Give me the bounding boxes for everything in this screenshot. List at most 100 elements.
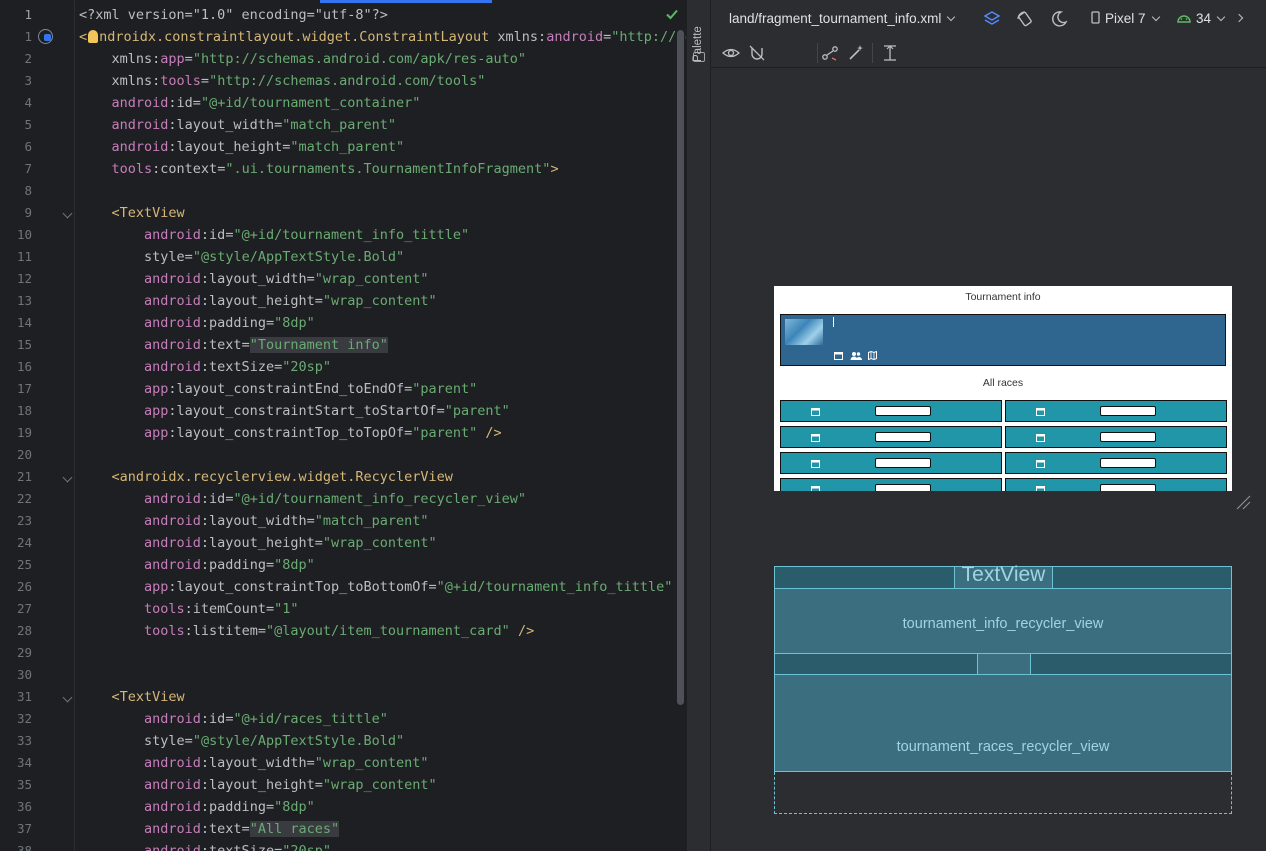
code-line[interactable]: 7 tools:context=".ui.tournaments.Tournam… xyxy=(0,158,686,180)
code-editor[interactable]: 1 <?xml version="1.0" encoding="utf-8"?> 1… xyxy=(0,0,686,851)
blueprint-textview[interactable]: TextView xyxy=(954,563,1053,589)
code-token: "match_parent" xyxy=(314,513,429,529)
race-card[interactable] xyxy=(780,400,1002,422)
code-token: "match_parent" xyxy=(290,139,405,155)
code-line[interactable]: 6 android:layout_height="match_parent" xyxy=(0,136,686,158)
code-line[interactable]: 1 < ndroidx.constraintlayout.widget.Constr… xyxy=(0,26,686,48)
resize-handle-icon[interactable] xyxy=(1235,494,1251,510)
code-line[interactable]: 18 app:layout_constraintStart_toStartOf=… xyxy=(0,400,686,422)
code-line[interactable]: 32 android:id="@+id/races_tittle" xyxy=(0,708,686,730)
code-token: android xyxy=(79,227,201,243)
line-number: 31 xyxy=(16,689,32,704)
code-token: = xyxy=(428,579,437,595)
layers-icon[interactable] xyxy=(983,10,1001,28)
layout-preview-gutter-icon[interactable] xyxy=(38,29,53,44)
code-line[interactable]: 21 <androidx.recyclerview.widget.Recycle… xyxy=(0,466,686,488)
code-line[interactable]: 14 android:padding="8dp" xyxy=(0,312,686,334)
race-name-placeholder xyxy=(875,484,931,491)
lightbulb-icon[interactable] xyxy=(88,30,99,43)
race-card[interactable] xyxy=(780,452,1002,474)
line-number: 23 xyxy=(16,513,32,528)
code-line[interactable]: 5 android:layout_width="match_parent" xyxy=(0,114,686,136)
code-line[interactable]: 25 android:padding="8dp" xyxy=(0,554,686,576)
code-line[interactable]: 23 android:layout_width="match_parent" xyxy=(0,510,686,532)
palette-label[interactable]: Palette xyxy=(692,26,704,62)
code-line[interactable]: 11 style="@style/AppTextStyle.Bold" xyxy=(0,246,686,268)
code-line[interactable]: 34 android:layout_width="wrap_content" xyxy=(0,752,686,774)
fold-chevron-icon[interactable] xyxy=(62,692,73,703)
code-line[interactable]: 9 <TextView xyxy=(0,202,686,224)
code-line[interactable]: 28 tools:listitem="@layout/item_tourname… xyxy=(0,620,686,642)
magic-wand-icon[interactable] xyxy=(847,44,865,62)
line-number: 25 xyxy=(16,557,32,572)
code-line[interactable]: 22 android:id="@+id/tournament_info_recy… xyxy=(0,488,686,510)
code-line[interactable]: 26 app:layout_constraintTop_toBottomOf="… xyxy=(0,576,686,598)
fold-chevron-icon[interactable] xyxy=(62,472,73,483)
code-text: android:textSize="20sp" xyxy=(79,356,331,378)
code-line[interactable]: 38 android:textSize="20sp" xyxy=(0,840,686,851)
code-line[interactable]: 1 <?xml version="1.0" encoding="utf-8"?> xyxy=(0,4,686,26)
device-preview[interactable]: Tournament info All races xyxy=(774,286,1232,491)
design-canvas[interactable]: Tournament info All races TextView tourn… xyxy=(711,69,1266,851)
code-line[interactable]: 37 android:text="All races" xyxy=(0,818,686,840)
race-card[interactable] xyxy=(780,478,1002,491)
code-line[interactable]: 8 xyxy=(0,180,686,202)
code-token: android xyxy=(79,535,201,551)
device-selector[interactable]: Pixel 7 xyxy=(1091,9,1160,29)
line-number: 17 xyxy=(16,381,32,396)
palette-tool-strip[interactable]: Palette xyxy=(686,0,711,851)
fold-chevron-icon[interactable] xyxy=(62,208,73,219)
race-name-placeholder xyxy=(875,406,931,416)
code-line[interactable]: 31 <TextView xyxy=(0,686,686,708)
code-text: app:layout_constraintTop_toTopOf="parent… xyxy=(79,422,502,444)
api-level-selector[interactable]: 34 xyxy=(1177,9,1226,29)
blueprint-info-recycler-label: tournament_info_recycler_view xyxy=(902,616,1104,632)
code-token: = xyxy=(274,359,283,375)
code-token: = xyxy=(265,799,275,815)
code-line[interactable]: 15 android:text="Tournament info" xyxy=(0,334,686,356)
chevron-right-icon[interactable] xyxy=(1234,13,1244,23)
code-line[interactable]: 19 app:layout_constraintTop_toTopOf="par… xyxy=(0,422,686,444)
code-token: = xyxy=(306,271,315,287)
blueprint-info-recycler[interactable]: tournament_info_recycler_view xyxy=(774,588,1232,654)
race-card[interactable] xyxy=(1005,426,1227,448)
editor-scrollbar[interactable] xyxy=(677,30,684,705)
code-line[interactable]: 13 android:layout_height="wrap_content" xyxy=(0,290,686,312)
code-token: "20sp" xyxy=(282,359,331,375)
blueprint-races-recycler[interactable]: tournament_races_recycler_view xyxy=(774,674,1232,772)
code-line[interactable]: 17 app:layout_constraintEnd_toEndOf="par… xyxy=(0,378,686,400)
code-line[interactable]: 4 android:id="@+id/tournament_container" xyxy=(0,92,686,114)
code-line[interactable]: 33 style="@style/AppTextStyle.Bold" xyxy=(0,730,686,752)
code-line[interactable]: 16 android:textSize="20sp" xyxy=(0,356,686,378)
code-line[interactable]: 2 xmlns:app="http://schemas.android.com/… xyxy=(0,48,686,70)
code-line[interactable]: 30 xyxy=(0,664,686,686)
code-text: <TextView xyxy=(79,686,185,708)
orientation-icon[interactable] xyxy=(1016,10,1034,28)
code-line[interactable]: 12 android:layout_width="wrap_content" xyxy=(0,268,686,290)
code-line[interactable]: 24 android:layout_height="wrap_content" xyxy=(0,532,686,554)
code-line[interactable]: 35 android:layout_height="wrap_content" xyxy=(0,774,686,796)
code-line[interactable]: 10 android:id="@+id/tournament_info_titt… xyxy=(0,224,686,246)
race-card[interactable] xyxy=(1005,478,1227,491)
file-selector[interactable]: land/fragment_tournament_info.xml xyxy=(729,9,956,29)
code-line[interactable]: 36 android:padding="8dp" xyxy=(0,796,686,818)
night-mode-icon[interactable] xyxy=(1050,10,1068,28)
code-line[interactable]: 3 xmlns:tools="http://schemas.android.co… xyxy=(0,70,686,92)
eye-icon[interactable] xyxy=(722,44,740,62)
race-card[interactable] xyxy=(1005,400,1227,422)
toolbar-separator xyxy=(872,43,873,63)
blueprint-races-textview[interactable] xyxy=(977,653,1031,675)
code-line[interactable]: 20 xyxy=(0,444,686,466)
code-line[interactable]: 27 tools:itemCount="1" xyxy=(0,598,686,620)
guidelines-icon[interactable] xyxy=(881,44,899,62)
magnet-off-icon[interactable] xyxy=(748,44,766,62)
code-text: <androidx.recyclerview.widget.RecyclerVi… xyxy=(79,466,453,488)
blueprint-view[interactable]: TextView tournament_info_recycler_view t… xyxy=(774,563,1232,814)
clear-constraints-icon[interactable] xyxy=(821,44,839,62)
tournament-card[interactable] xyxy=(780,314,1226,366)
race-card[interactable] xyxy=(1005,452,1227,474)
code-line[interactable]: 29 xyxy=(0,642,686,664)
calendar-icon xyxy=(1036,434,1045,442)
race-card[interactable] xyxy=(780,426,1002,448)
inspection-ok-icon[interactable] xyxy=(664,6,680,22)
